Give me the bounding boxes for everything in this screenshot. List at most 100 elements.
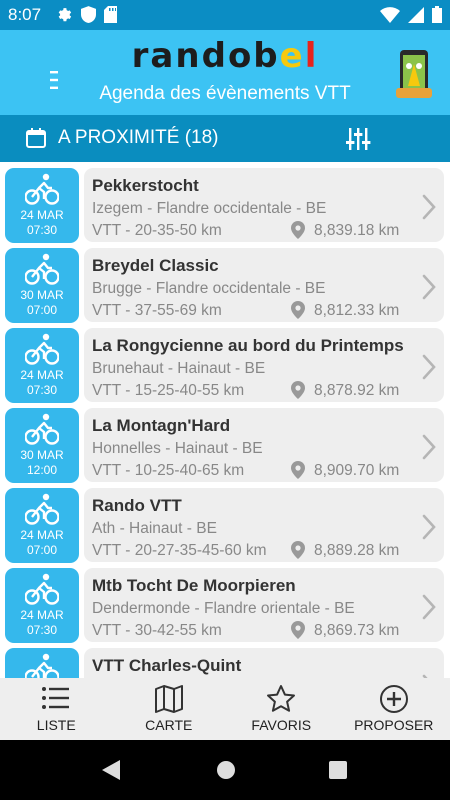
list-icon bbox=[42, 687, 70, 709]
app-logo: randobel bbox=[131, 36, 319, 76]
event-proximity: 8,889.28 km bbox=[314, 542, 400, 559]
bicycle-icon bbox=[25, 653, 59, 678]
location-pin-icon bbox=[291, 541, 305, 559]
chevron-right-icon[interactable] bbox=[422, 434, 436, 460]
event-card[interactable]: Rando VTT Ath - Hainaut - BE VTT - 20-27… bbox=[84, 488, 444, 562]
event-title: VTT Charles-Quint bbox=[92, 656, 242, 675]
event-title: Breydel Classic bbox=[92, 256, 219, 275]
map-icon bbox=[154, 685, 183, 713]
event-card[interactable]: Pekkerstocht Izegem - Flandre occidental… bbox=[84, 168, 444, 242]
event-distances: VTT - 20-35-50 km bbox=[92, 222, 222, 239]
event-item[interactable]: 24 MAR 07:30 Mtb Tocht De Moorpieren Den… bbox=[0, 562, 450, 643]
phone-mascot-icon[interactable] bbox=[396, 48, 432, 100]
system-nav-bar bbox=[0, 740, 450, 800]
app-header: randobel Agenda des évènements VTT bbox=[0, 30, 450, 115]
status-icons-left bbox=[56, 6, 117, 23]
event-item[interactable]: 24 MAR 07:30 Pekkerstocht Izegem - Fland… bbox=[0, 162, 450, 243]
event-item[interactable]: 24 MAR 07:30 La Rongycienne au bord du P… bbox=[0, 322, 450, 403]
header-subtitle: Agenda des évènements VTT bbox=[99, 83, 351, 104]
event-proximity: 8,839.18 km bbox=[314, 222, 400, 239]
nav-label: FAVORIS bbox=[251, 717, 312, 733]
bicycle-icon bbox=[25, 333, 59, 365]
location-pin-icon bbox=[291, 301, 305, 319]
event-item[interactable]: 30 MAR 07:00 Breydel Classic Brugge - Fl… bbox=[0, 242, 450, 323]
nav-label: CARTE bbox=[145, 717, 193, 733]
nav-favoris[interactable]: FAVORIS bbox=[225, 678, 338, 740]
event-distances: VTT - 37-55-69 km bbox=[92, 302, 222, 319]
event-proximity: 8,878.92 km bbox=[314, 382, 400, 399]
event-title: Pekkerstocht bbox=[92, 176, 199, 195]
wifi-icon bbox=[380, 6, 400, 23]
location-pin-icon bbox=[291, 621, 305, 639]
nav-liste[interactable]: LISTE bbox=[0, 678, 113, 740]
event-date: 24 MAR bbox=[20, 368, 64, 382]
event-card[interactable]: Breydel Classic Brugge - Flandre occiden… bbox=[84, 248, 444, 322]
chevron-right-icon[interactable] bbox=[422, 514, 436, 540]
event-card[interactable]: VTT Charles-Quint bbox=[84, 648, 444, 678]
chevron-right-icon[interactable] bbox=[422, 194, 436, 220]
event-location: Brugge - Flandre occidentale - BE bbox=[92, 280, 326, 297]
event-proximity: 8,869.73 km bbox=[314, 622, 400, 639]
location-pin-icon bbox=[291, 461, 305, 479]
nav-carte[interactable]: CARTE bbox=[113, 678, 226, 740]
event-time: 12:00 bbox=[26, 463, 58, 477]
chevron-right-icon[interactable] bbox=[422, 594, 436, 620]
bicycle-icon bbox=[25, 573, 59, 605]
event-item[interactable]: 30 MAR 12:00 La Montagn'Hard Honnelles -… bbox=[0, 402, 450, 483]
sliders-icon bbox=[346, 128, 371, 150]
bicycle-icon bbox=[25, 413, 59, 445]
bicycle-icon bbox=[25, 493, 59, 525]
event-card[interactable]: La Montagn'Hard Honnelles - Hainaut - BE… bbox=[84, 408, 444, 482]
event-time: 07:30 bbox=[26, 223, 58, 237]
chevron-right-icon[interactable] bbox=[422, 354, 436, 380]
event-date: 24 MAR bbox=[20, 608, 64, 622]
date-badge: 24 MAR 07:30 bbox=[5, 568, 79, 643]
event-item[interactable]: 24 MAR 07:00 Rando VTT Ath - Hainaut - B… bbox=[0, 482, 450, 563]
date-badge: 24 MAR 07:30 bbox=[5, 328, 79, 403]
add-circle-icon bbox=[379, 685, 408, 713]
calendar-icon bbox=[26, 128, 46, 148]
event-distances: VTT - 15-25-40-55 km bbox=[92, 382, 245, 399]
nav-label: PROPOSER bbox=[354, 717, 434, 733]
event-title: La Montagn'Hard bbox=[92, 416, 231, 435]
nav-proposer[interactable]: PROPOSER bbox=[338, 678, 450, 740]
event-location: Dendermonde - Flandre orientale - BE bbox=[92, 600, 355, 617]
status-time: 8:07 bbox=[8, 5, 42, 24]
star-icon bbox=[267, 685, 296, 712]
date-badge: 30 MAR 12:00 bbox=[5, 408, 79, 483]
event-time: 07:30 bbox=[26, 383, 58, 397]
event-card[interactable]: La Rongycienne au bord du Printemps Brun… bbox=[84, 328, 444, 402]
home-icon[interactable] bbox=[216, 760, 236, 780]
event-time: 07:00 bbox=[26, 543, 58, 557]
chevron-right-icon[interactable] bbox=[422, 274, 436, 300]
status-bar: 8:07 bbox=[0, 0, 450, 30]
subheader-title: A PROXIMITÉ (18) bbox=[58, 127, 219, 148]
recents-icon[interactable] bbox=[329, 760, 347, 780]
event-distances: VTT - 20-27-35-45-60 km bbox=[92, 542, 267, 559]
event-list[interactable]: 24 MAR 07:30 Pekkerstocht Izegem - Fland… bbox=[0, 162, 450, 678]
event-location: Ath - Hainaut - BE bbox=[92, 520, 217, 537]
event-card[interactable]: Mtb Tocht De Moorpieren Dendermonde - Fl… bbox=[84, 568, 444, 642]
event-title: La Rongycienne au bord du Printemps bbox=[92, 336, 404, 355]
event-proximity: 8,812.33 km bbox=[314, 302, 400, 319]
shield-icon bbox=[81, 6, 96, 23]
nav-label: LISTE bbox=[36, 717, 76, 733]
date-badge: 24 MAR 07:00 bbox=[5, 488, 79, 563]
back-icon[interactable] bbox=[102, 760, 122, 780]
event-date: 24 MAR bbox=[20, 208, 64, 222]
event-date: 24 MAR bbox=[20, 528, 64, 542]
status-icons-right bbox=[380, 6, 442, 23]
location-pin-icon bbox=[291, 221, 305, 239]
event-location: Honnelles - Hainaut - BE bbox=[92, 440, 263, 457]
event-distances: VTT - 10-25-40-65 km bbox=[92, 462, 245, 479]
date-badge: 30 MAR 07:00 bbox=[5, 248, 79, 323]
event-date: 30 MAR bbox=[20, 288, 64, 302]
bicycle-icon bbox=[25, 253, 59, 285]
subheader: A PROXIMITÉ (18) bbox=[0, 115, 450, 162]
event-date: 30 MAR bbox=[20, 448, 64, 462]
sd-card-icon bbox=[104, 6, 117, 23]
location-pin-icon bbox=[291, 381, 305, 399]
event-item[interactable]: VTT Charles-Quint bbox=[0, 642, 450, 678]
event-time: 07:00 bbox=[26, 303, 58, 317]
filter-button[interactable] bbox=[345, 126, 371, 152]
